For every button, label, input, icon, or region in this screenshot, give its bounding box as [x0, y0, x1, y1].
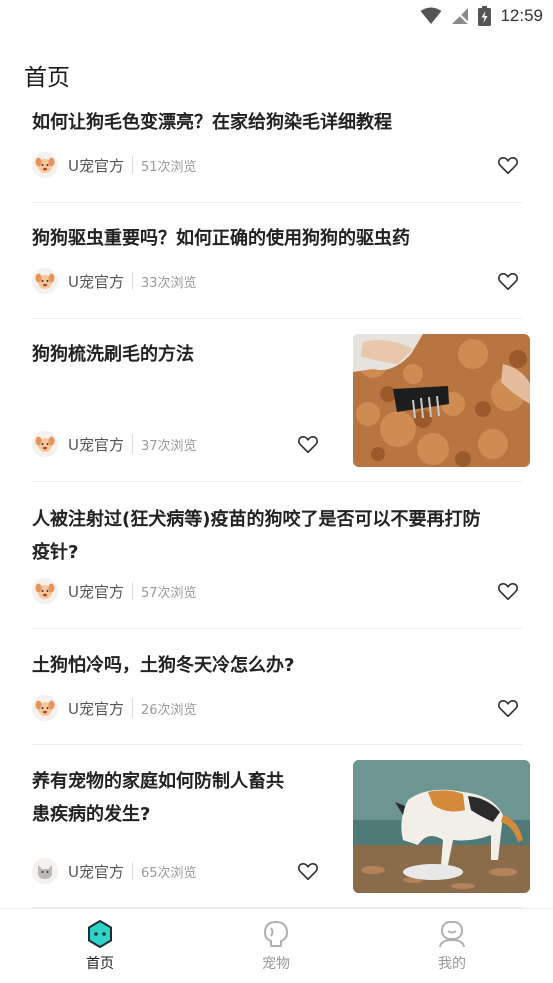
article-meta: U宠官方 26次浏览	[32, 695, 197, 721]
calico-cat-image	[353, 760, 530, 893]
author-avatar	[32, 268, 58, 294]
status-bar: 12:59	[0, 0, 553, 32]
article-meta: U宠官方 65次浏览	[32, 858, 197, 884]
tab-label: 我的	[438, 956, 466, 972]
tab-profile[interactable]: 我的	[392, 909, 512, 983]
dog-avatar-icon	[35, 436, 55, 452]
view-count: 65次浏览	[140, 865, 197, 881]
author-avatar	[32, 152, 58, 178]
bottom-tab-bar: 首页 宠物 我的	[0, 908, 553, 983]
dog-avatar-icon	[35, 700, 55, 716]
status-time: 12:59	[500, 6, 543, 25]
article-title-line-2[interactable]: 疫针?	[32, 536, 78, 569]
author-name: U宠官方	[68, 862, 124, 881]
dog-grooming-image	[353, 334, 530, 467]
meta-divider	[131, 272, 133, 290]
author-name: U宠官方	[68, 435, 124, 454]
dog-avatar-icon	[35, 273, 55, 289]
author-name: U宠官方	[68, 272, 124, 291]
article-title[interactable]: 狗狗驱虫重要吗？如何正确的使用狗狗的驱虫药	[32, 222, 410, 255]
article-card[interactable]: 土狗怕冷吗，土狗冬天冷怎么办? U宠官方 26次浏览	[32, 629, 522, 745]
article-title[interactable]: 狗狗梳洗刷毛的方法	[32, 338, 194, 371]
view-count: 33次浏览	[140, 275, 197, 291]
heart-icon[interactable]	[297, 433, 319, 455]
article-meta: U宠官方 33次浏览	[32, 268, 197, 294]
wifi-icon	[420, 7, 442, 24]
article-card[interactable]: 狗狗梳洗刷毛的方法 U宠官方 37次浏览	[32, 319, 530, 482]
pet-icon	[264, 921, 288, 947]
dog-avatar-icon	[35, 583, 55, 599]
article-card[interactable]: 人被注射过(狂犬病等)疫苗的狗咬了是否可以不要再打防 疫针? U宠官方 57次浏…	[32, 482, 522, 629]
profile-icon	[439, 921, 465, 948]
author-avatar	[32, 431, 58, 457]
heart-icon[interactable]	[497, 697, 519, 719]
article-title[interactable]: 养有宠物的家庭如何防制人畜共	[32, 765, 284, 798]
article-meta: U宠官方 57次浏览	[32, 578, 197, 604]
home-hexagon-icon	[88, 920, 112, 948]
article-title[interactable]: 人被注射过(狂犬病等)疫苗的狗咬了是否可以不要再打防	[32, 503, 480, 536]
view-count: 37次浏览	[140, 438, 197, 454]
article-meta: U宠官方 37次浏览	[32, 431, 197, 457]
battery-charging-icon	[478, 6, 492, 26]
tab-pet[interactable]: 宠物	[216, 909, 336, 983]
author-avatar	[32, 858, 58, 884]
meta-divider	[131, 435, 133, 453]
author-avatar	[32, 695, 58, 721]
cat-avatar-icon	[38, 865, 52, 879]
heart-icon[interactable]	[497, 270, 519, 292]
meta-divider	[131, 699, 133, 717]
article-title[interactable]: 土狗怕冷吗，土狗冬天冷怎么办?	[32, 649, 294, 682]
view-count: 57次浏览	[140, 585, 197, 601]
heart-icon[interactable]	[497, 580, 519, 602]
article-thumbnail[interactable]	[353, 760, 530, 893]
tab-label: 首页	[86, 956, 114, 972]
article-thumbnail[interactable]	[353, 334, 530, 467]
article-card[interactable]: 狗狗驱虫重要吗？如何正确的使用狗狗的驱虫药 U宠官方 33次浏览	[32, 203, 522, 319]
tab-label: 宠物	[262, 956, 290, 972]
no-signal-icon	[452, 7, 470, 24]
tab-home[interactable]: 首页	[40, 909, 160, 983]
author-name: U宠官方	[68, 582, 124, 601]
author-name: U宠官方	[68, 699, 124, 718]
article-title[interactable]: 如何让狗毛色变漂亮？在家给狗染毛详细教程	[32, 106, 392, 139]
status-icons: 12:59	[420, 4, 543, 28]
meta-divider	[131, 582, 133, 600]
page-title: 首页	[24, 65, 70, 91]
heart-icon[interactable]	[297, 860, 319, 882]
article-card[interactable]: 如何让狗毛色变漂亮？在家给狗染毛详细教程 U宠官方 51次浏览	[32, 100, 522, 203]
article-title-line-2[interactable]: 患疾病的发生?	[32, 798, 150, 831]
author-avatar	[32, 578, 58, 604]
meta-divider	[131, 862, 133, 880]
article-card[interactable]: 养有宠物的家庭如何防制人畜共 患疾病的发生? U宠官方 65次浏览	[32, 745, 530, 908]
article-meta: U宠官方 51次浏览	[32, 152, 197, 178]
view-count: 26次浏览	[140, 702, 197, 718]
view-count: 51次浏览	[140, 159, 197, 175]
meta-divider	[131, 156, 133, 174]
author-name: U宠官方	[68, 156, 124, 175]
dog-avatar-icon	[35, 157, 55, 173]
heart-icon[interactable]	[497, 154, 519, 176]
